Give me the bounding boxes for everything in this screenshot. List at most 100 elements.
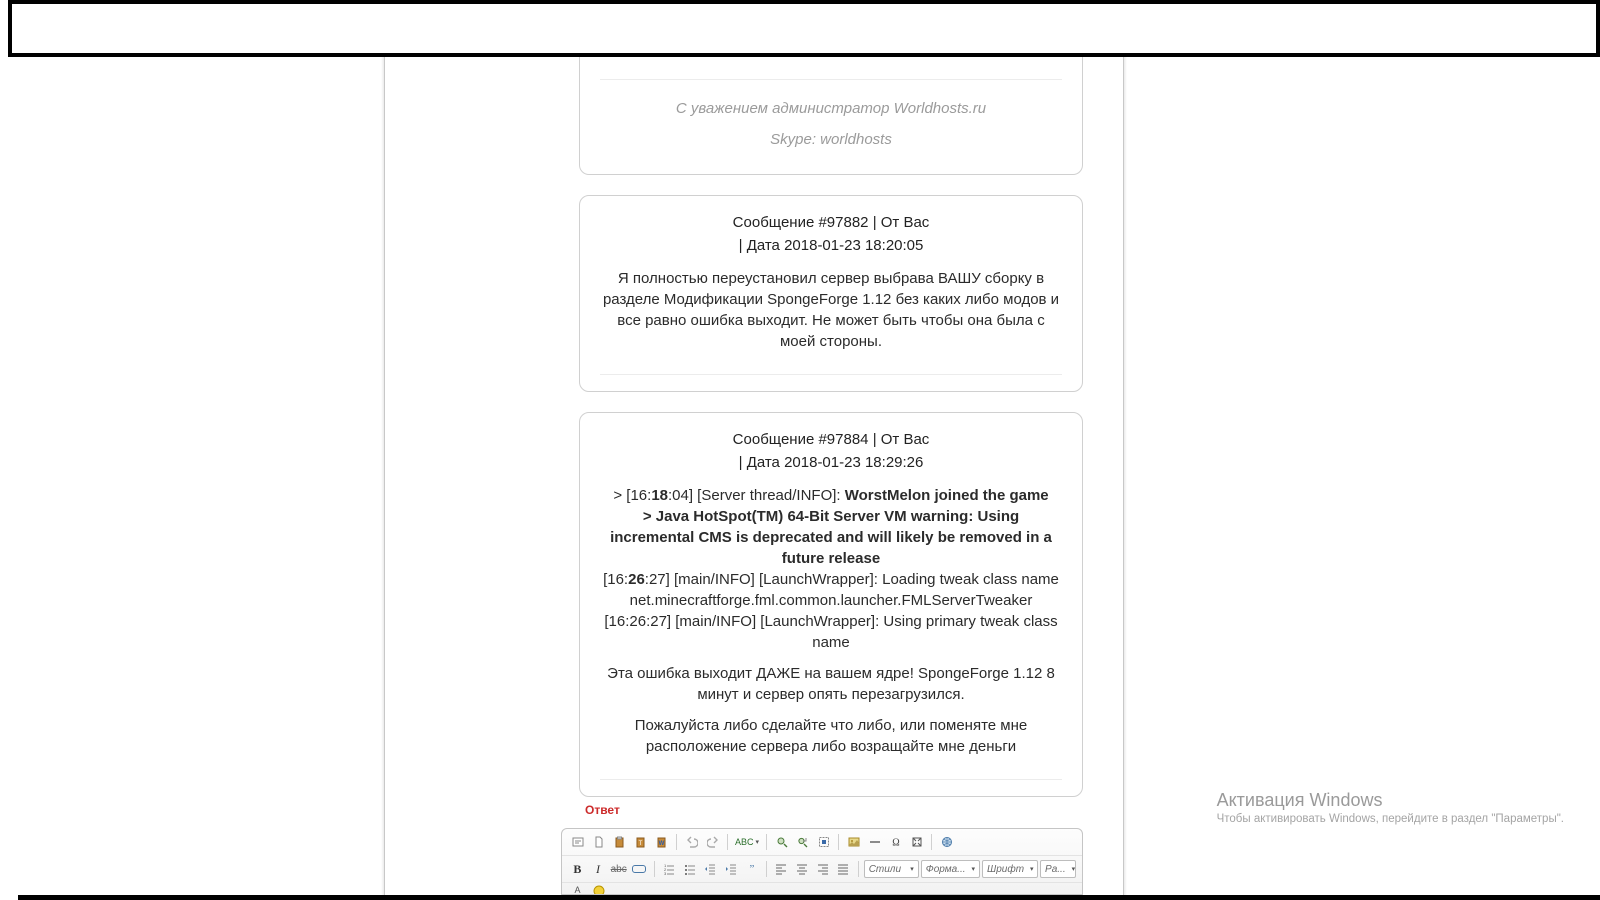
about-button[interactable] bbox=[937, 833, 956, 851]
paste-button[interactable] bbox=[610, 833, 629, 851]
toolbar-row-3: A bbox=[562, 883, 1082, 895]
select-label: Форма... bbox=[926, 864, 966, 875]
align-justify-button[interactable] bbox=[834, 860, 853, 878]
indent-button[interactable] bbox=[722, 860, 741, 878]
align-justify-icon bbox=[837, 863, 849, 875]
undo-button[interactable] bbox=[682, 833, 701, 851]
align-center-button[interactable] bbox=[793, 860, 812, 878]
replace-icon bbox=[797, 836, 809, 848]
rich-text-editor[interactable]: T W ABC bbox=[561, 828, 1083, 895]
message-card-97884: Сообщение #97884 | От Вас | Дата 2018-01… bbox=[579, 412, 1083, 797]
select-label: Стили bbox=[869, 864, 901, 875]
outdent-button[interactable] bbox=[701, 860, 720, 878]
special-char-button[interactable]: Ω bbox=[886, 833, 905, 851]
reply-label: Ответ bbox=[585, 803, 620, 817]
bold-button[interactable]: B bbox=[568, 860, 587, 878]
log-bold: WorstMelon joined the game bbox=[845, 487, 1049, 504]
paste-text-button[interactable]: T bbox=[631, 833, 650, 851]
spellcheck-button[interactable]: ABC bbox=[733, 833, 761, 851]
page-area: С уважением администратор Worldhosts.ru … bbox=[0, 57, 1600, 895]
smiley-button[interactable] bbox=[593, 885, 605, 895]
log-bold: 18 bbox=[651, 487, 668, 504]
toolbar-separator bbox=[931, 834, 932, 850]
page-icon bbox=[593, 836, 605, 848]
text-color-button[interactable]: A bbox=[568, 885, 587, 895]
toolbar-separator bbox=[858, 861, 859, 877]
select-label: Ра... bbox=[1045, 864, 1066, 875]
message-divider bbox=[600, 779, 1062, 780]
select-label: Шрифт bbox=[987, 864, 1024, 875]
select-all-button[interactable] bbox=[814, 833, 833, 851]
paste-icon bbox=[614, 836, 626, 848]
message-log-block: > [16:18:04] [Server thread/INFO]: Worst… bbox=[600, 485, 1062, 653]
bullet-list-button[interactable] bbox=[680, 860, 699, 878]
browser-chrome-frame bbox=[8, 0, 1600, 57]
log-text: :04] [Server thread/INFO]: bbox=[668, 487, 845, 504]
log-text: > [16: bbox=[613, 487, 651, 504]
strike-button[interactable]: abc bbox=[609, 860, 628, 878]
message-body: Я полностью переустановил сервер выбрава… bbox=[600, 268, 1062, 352]
message-divider bbox=[600, 374, 1062, 375]
globe-icon bbox=[941, 836, 953, 848]
toolbar-separator bbox=[838, 834, 839, 850]
editor-wrap: T W ABC bbox=[561, 828, 1083, 895]
align-center-icon bbox=[796, 863, 808, 875]
find-button[interactable] bbox=[772, 833, 791, 851]
ul-icon bbox=[684, 863, 696, 875]
outdent-icon bbox=[704, 863, 716, 875]
chevron-down-icon: ▾ bbox=[972, 865, 976, 873]
find-icon bbox=[776, 836, 788, 848]
hr-button[interactable] bbox=[865, 833, 884, 851]
maximize-icon bbox=[911, 836, 923, 848]
redo-button[interactable] bbox=[703, 833, 722, 851]
undo-icon bbox=[686, 836, 698, 848]
smiley-icon bbox=[593, 885, 605, 895]
svg-text:Ω: Ω bbox=[892, 838, 899, 849]
align-right-icon bbox=[817, 863, 829, 875]
ol-icon: 123 bbox=[663, 863, 675, 875]
svg-text:3: 3 bbox=[664, 871, 667, 875]
styles-select[interactable]: Стили ▾ bbox=[864, 860, 919, 878]
quote-icon: ” bbox=[746, 863, 758, 875]
source-button[interactable] bbox=[568, 833, 587, 851]
signature-line-1: С уважением администратор Worldhosts.ru bbox=[600, 98, 1062, 119]
windows-activation-watermark: Активация Windows Чтобы активировать Win… bbox=[1217, 790, 1564, 825]
message-card-signature: С уважением администратор Worldhosts.ru … bbox=[579, 57, 1083, 175]
italic-button[interactable]: I bbox=[589, 860, 608, 878]
log-text: [16:26:27] [main/INFO] [LaunchWrapper]: … bbox=[604, 613, 1057, 651]
blockquote-button[interactable]: ” bbox=[742, 860, 761, 878]
chevron-down-icon: ▾ bbox=[910, 865, 914, 873]
chevron-down-icon: ▾ bbox=[1030, 865, 1034, 873]
image-icon bbox=[848, 836, 860, 848]
log-bold: 26 bbox=[628, 571, 645, 588]
log-text: :27] [main/INFO] [LaunchWrapper]: Loadin… bbox=[630, 571, 1059, 609]
toolbar-separator bbox=[766, 861, 767, 877]
toolbar-row-2: B I abc 123 bbox=[562, 856, 1082, 883]
paste-word-button[interactable]: W bbox=[652, 833, 671, 851]
log-bold: > Java HotSpot(TM) 64-Bit Server VM warn… bbox=[610, 508, 1052, 567]
paste-word-icon: W bbox=[656, 836, 668, 848]
message-body: > [16:18:04] [Server thread/INFO]: Worst… bbox=[600, 485, 1062, 757]
select-all-icon bbox=[818, 836, 830, 848]
chevron-down-icon: ▾ bbox=[1072, 865, 1076, 873]
toolbar-separator bbox=[766, 834, 767, 850]
source-icon bbox=[572, 836, 584, 848]
messages-area: С уважением администратор Worldhosts.ru … bbox=[579, 57, 1083, 817]
message-card-97882: Сообщение #97882 | От Вас | Дата 2018-01… bbox=[579, 195, 1083, 392]
size-select[interactable]: Ра... ▾ bbox=[1040, 860, 1076, 878]
new-page-button[interactable] bbox=[589, 833, 608, 851]
toolbar-separator bbox=[727, 834, 728, 850]
align-right-button[interactable] bbox=[813, 860, 832, 878]
message-para-2: Пожалуйста либо сделайте что либо, или п… bbox=[600, 715, 1062, 757]
toolbar-row-1: T W ABC bbox=[562, 829, 1082, 856]
align-left-button[interactable] bbox=[772, 860, 791, 878]
numbered-list-button[interactable]: 123 bbox=[660, 860, 679, 878]
signature-divider bbox=[600, 79, 1062, 80]
maximize-button[interactable] bbox=[907, 833, 926, 851]
watermark-subtitle: Чтобы активировать Windows, перейдите в … bbox=[1217, 813, 1564, 825]
format-select[interactable]: Форма... ▾ bbox=[921, 860, 980, 878]
font-select[interactable]: Шрифт ▾ bbox=[982, 860, 1038, 878]
replace-button[interactable] bbox=[793, 833, 812, 851]
image-button[interactable] bbox=[844, 833, 863, 851]
link-button[interactable] bbox=[630, 860, 649, 878]
